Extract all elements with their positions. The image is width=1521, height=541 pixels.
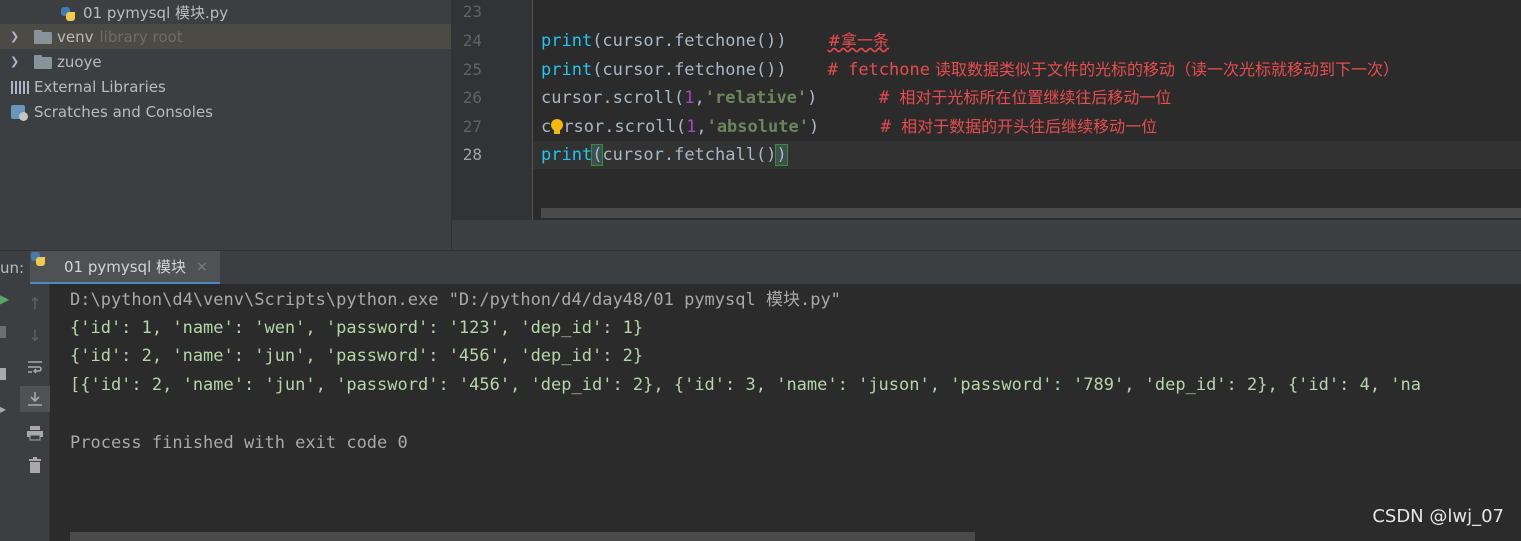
code-line-26[interactable]: cursor.scroll(1,'relative') # 相对于光标所在位置继… [541, 84, 1171, 112]
python-file-icon [42, 259, 58, 275]
code-text: (cursor.fetchone()) [592, 31, 787, 51]
project-tree-panel: 01 pymysql 模块.py ❯ venv library root ❯ z… [0, 0, 451, 250]
tab-run-config[interactable]: 01 pymysql 模块 × [30, 251, 220, 285]
libraries-icon [11, 80, 29, 94]
code-comma: , [694, 88, 705, 108]
code-text: rsor.scroll( [563, 117, 687, 137]
code-line-25[interactable]: print(cursor.fetchone()) # fetchone 读取数据… [541, 56, 1399, 84]
code-text: c [541, 117, 552, 137]
code-comma: , [696, 117, 707, 137]
code-comment-cn: 读取数据类似于文件的光标的移动（读一次光标就移动到下一次） [929, 60, 1400, 79]
code-number: 1 [684, 88, 695, 108]
editor-horizontal-scrollbar[interactable] [541, 208, 1521, 218]
editor-bottom-strip [452, 220, 1521, 250]
console-line-exit: Process finished with exit code 0 [70, 433, 408, 453]
watermark: CSDN @lwj_07 [1372, 506, 1504, 527]
tree-item-label: zuoye [57, 52, 102, 71]
tree-item-label: venv [57, 27, 94, 46]
run-tool-window-header: un: 01 pymysql 模块 × [0, 250, 1521, 285]
code-text: ) [808, 117, 820, 137]
code-text: cursor.fetchall() [602, 145, 777, 165]
console-line-output: [{'id': 2, 'name': 'jun', 'password': '4… [70, 375, 1422, 395]
code-number: 1 [686, 117, 697, 137]
tree-item-scratches[interactable]: Scratches and Consoles [0, 99, 451, 124]
up-arrow-icon[interactable]: ↑ [20, 290, 50, 316]
line-number-current: 28 [462, 145, 482, 164]
line-number: 23 [462, 2, 482, 21]
tree-item-external-libraries[interactable]: External Libraries [0, 74, 451, 99]
tree-item-venv[interactable]: ❯ venv library root [0, 24, 451, 49]
line-number: 25 [462, 60, 482, 79]
line-number: 24 [462, 31, 482, 50]
run-console[interactable]: D:\python\d4\venv\Scripts\python.exe "D:… [50, 284, 1521, 541]
print-icon[interactable] [20, 420, 50, 446]
code-line-27[interactable]: c rsor.scroll(1,'absolute') # 相对于数据的开头往后继… [541, 113, 1157, 141]
python-file-icon [60, 6, 78, 21]
code-string: 'relative' [704, 88, 808, 108]
lightbulb-icon[interactable] [551, 119, 564, 135]
print-keyword: print [541, 145, 593, 165]
line-number: 27 [462, 117, 482, 136]
tree-item-zuoye[interactable]: ❯ zuoye [0, 49, 451, 74]
line-number: 26 [462, 88, 482, 107]
library-root-label: library root [99, 27, 183, 46]
folder-icon [34, 29, 52, 44]
chevron-right-icon[interactable]: ❯ [10, 31, 20, 42]
code-comment-cn: 相对于数据的开头往后继续移动一位 [901, 117, 1158, 136]
trash-icon[interactable] [20, 452, 50, 478]
run-toolbar-left: ▶ ▸ [0, 284, 20, 541]
folder-icon [34, 54, 52, 69]
code-comment-cn: 相对于光标所在位置继续往后移动一位 [899, 88, 1172, 107]
console-line-command: D:\python\d4\venv\Scripts\python.exe "D:… [70, 290, 841, 310]
stop-icon[interactable] [0, 326, 6, 338]
matched-paren: ( [591, 144, 604, 166]
pin-icon[interactable] [0, 368, 6, 380]
code-text: cursor.scroll( [541, 88, 685, 108]
console-line-output: {'id': 1, 'name': 'wen', 'password': '12… [70, 318, 644, 338]
scroll-to-end-icon[interactable] [20, 386, 50, 412]
code-text: (cursor.fetchone()) [592, 60, 787, 80]
down-arrow-icon[interactable]: ↓ [20, 322, 50, 348]
run-label: un: [0, 259, 25, 277]
console-horizontal-scrollbar[interactable] [70, 532, 975, 541]
line-number-gutter: 23 24 25 26 27 28 [452, 0, 533, 220]
scratches-icon [11, 104, 29, 121]
close-icon[interactable]: × [196, 259, 208, 275]
code-comment: # [878, 88, 900, 108]
print-keyword: print [541, 60, 593, 80]
code-editor[interactable]: 23 24 25 26 27 28 print(cursor.fetchone(… [451, 0, 1521, 250]
tree-item-label: External Libraries [34, 77, 166, 96]
code-comment: #拿一条 [827, 31, 890, 50]
console-line-output: {'id': 2, 'name': 'jun', 'password': '45… [70, 346, 644, 366]
tree-item-label: Scratches and Consoles [34, 102, 213, 121]
code-comment: # fetchone [827, 60, 930, 80]
tree-item-label: 01 pymysql 模块.py [83, 4, 229, 22]
rerun-icon[interactable]: ▶ [0, 292, 9, 308]
run-toolbar: ↑ ↓ [20, 284, 50, 541]
print-keyword: print [541, 31, 593, 51]
code-string: 'absolute' [706, 117, 809, 137]
layout-icon[interactable]: ▸ [0, 402, 8, 418]
matched-paren: ) [775, 144, 788, 166]
chevron-right-icon[interactable]: ❯ [10, 56, 20, 67]
soft-wrap-icon[interactable] [20, 354, 50, 380]
code-text: ) [807, 88, 818, 108]
code-comment: # [880, 117, 902, 137]
tab-label: 01 pymysql 模块 [64, 258, 187, 276]
code-line-28[interactable]: print(cursor.fetchall()) [541, 141, 788, 169]
tree-item-py-file[interactable]: 01 pymysql 模块.py [0, 0, 451, 25]
code-line-24[interactable]: print(cursor.fetchone()) #拿一条 [541, 27, 889, 55]
